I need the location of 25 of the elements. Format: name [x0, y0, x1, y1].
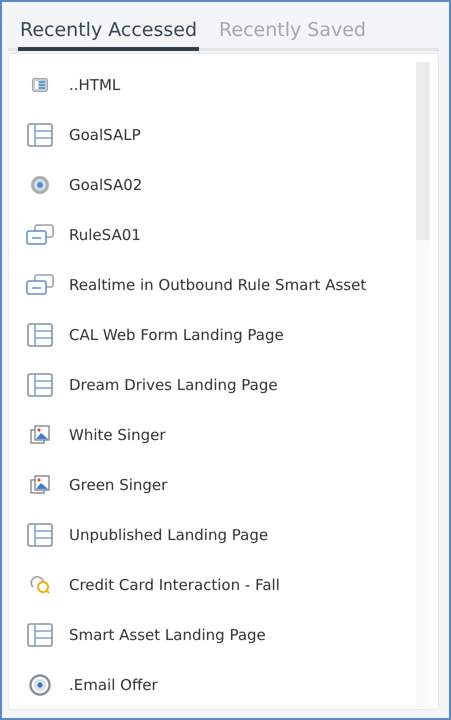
stacked-cards-icon — [26, 274, 54, 296]
layout-icon — [27, 123, 53, 147]
layout-icon — [27, 623, 53, 647]
item-label[interactable]: GoalSALP — [69, 126, 141, 144]
item-label[interactable]: GoalSA02 — [69, 176, 142, 194]
stacked-cards-icon — [26, 224, 54, 246]
item-label[interactable]: Green Singer — [69, 476, 168, 494]
image-icon — [30, 425, 50, 445]
item-label[interactable]: Smart Asset Landing Page — [69, 626, 266, 644]
target-icon — [29, 674, 51, 696]
item-label[interactable]: CAL Web Form Landing Page — [69, 326, 284, 344]
item-label[interactable]: White Singer — [69, 426, 166, 444]
item-label[interactable]: ..HTML — [69, 76, 120, 94]
item-label[interactable]: Unpublished Landing Page — [69, 526, 268, 544]
item-label[interactable]: .Email Offer — [69, 676, 158, 694]
layout-icon — [27, 323, 53, 347]
table-icon — [32, 78, 48, 92]
target-icon — [30, 175, 50, 195]
item-label[interactable]: Realtime in Outbound Rule Smart Asset — [69, 276, 366, 294]
layout-icon — [27, 523, 53, 547]
item-label[interactable]: Dream Drives Landing Page — [69, 376, 278, 394]
layout-icon — [27, 373, 53, 397]
item-label[interactable]: RuleSA01 — [69, 226, 141, 244]
image-icon — [30, 475, 50, 495]
item-label[interactable]: Credit Card Interaction - Fall — [69, 576, 280, 594]
